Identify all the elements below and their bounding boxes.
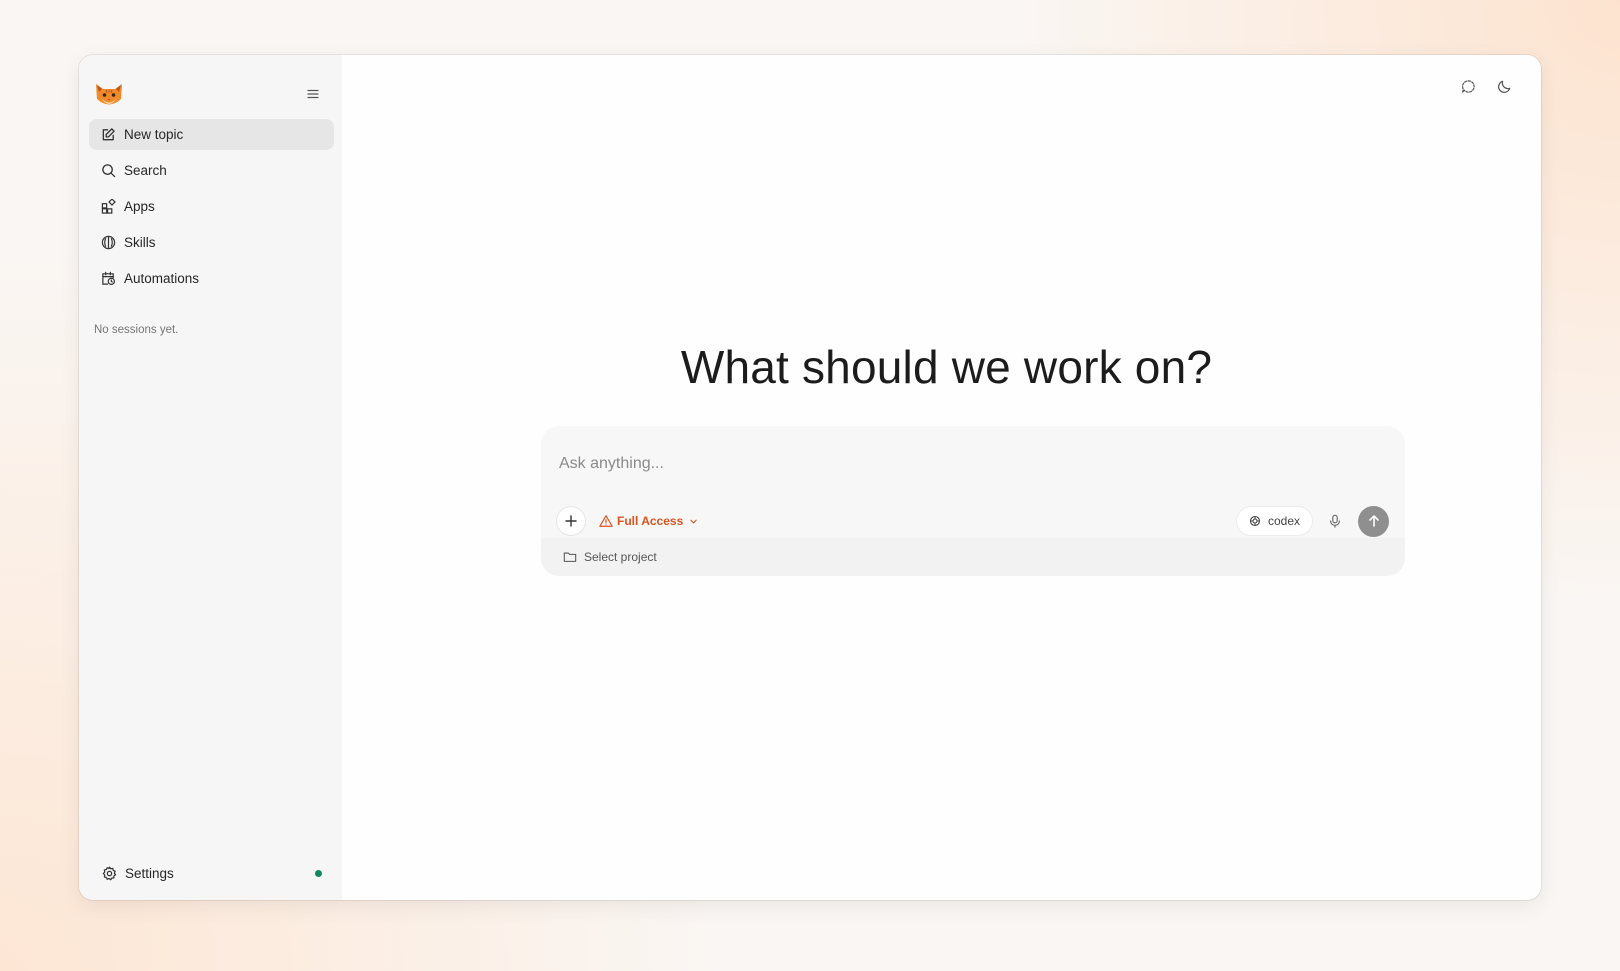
arrow-up-icon [1368,515,1379,527]
moon-icon[interactable] [1493,75,1515,97]
microphone-icon[interactable] [1324,510,1346,532]
app-window: New topic Search Apps Skills Automations… [79,55,1541,900]
calendar-clock-icon [100,271,116,287]
status-indicator [315,869,322,877]
composer-actions: codex [1236,505,1389,537]
settings-button[interactable]: Settings [89,858,332,888]
main-panel: What should we work on? Full Access [342,55,1541,900]
composer-footer: Select project [541,538,1405,576]
sidebar-item-search[interactable]: Search [89,155,334,186]
access-label: Full Access [617,514,684,528]
settings-label: Settings [125,865,174,881]
collapse-icon[interactable] [302,83,324,105]
sidebar-item-new-topic[interactable]: New topic [89,119,334,150]
sidebar-item-apps[interactable]: Apps [89,191,334,222]
sidebar-item-automations[interactable]: Automations [89,263,334,294]
send-button[interactable] [1358,505,1389,537]
sidebar: New topic Search Apps Skills Automations… [79,55,342,900]
sidebar-item-label: Skills [124,235,156,250]
page-title: What should we work on? [680,341,1213,393]
chat-bubble-icon[interactable] [1457,75,1479,97]
chevron-down-icon [689,517,698,526]
add-attachment-button[interactable] [557,507,585,535]
prompt-input[interactable] [559,452,1379,476]
codex-icon [1249,515,1261,527]
access-level-dropdown[interactable]: Full Access [599,514,698,528]
model-label: codex [1267,514,1300,528]
search-icon [100,163,116,179]
select-project-button[interactable]: Select project [563,550,657,564]
composer: Full Access codex [541,426,1405,576]
model-selector[interactable]: codex [1236,507,1312,535]
sidebar-item-skills[interactable]: Skills [89,227,334,258]
sidebar-header [89,75,334,113]
sessions-empty-note: No sessions yet. [94,324,179,336]
sidebar-item-label: New topic [124,127,184,142]
cat-logo[interactable] [92,77,126,111]
gear-icon [101,865,117,881]
skills-icon [100,235,116,251]
sidebar-item-label: Search [124,163,167,178]
select-project-label: Select project [584,550,657,564]
edit-icon [100,127,116,143]
apps-icon [100,199,116,215]
sidebar-item-label: Apps [124,199,155,214]
folder-icon [563,550,577,564]
header-actions [1457,75,1515,97]
warning-icon [599,514,613,528]
sidebar-item-label: Automations [124,271,200,286]
sidebar-nav: New topic Search Apps Skills Automations [89,119,334,294]
composer-toolbar: Full Access codex [557,505,1389,537]
